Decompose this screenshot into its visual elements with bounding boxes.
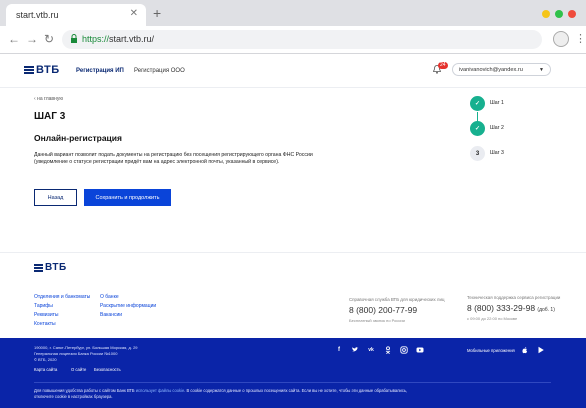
stepper-step-3: 3 Шаг 3 — [470, 146, 550, 162]
logo-text: ВТБ — [36, 64, 60, 76]
profile-avatar-icon[interactable] — [553, 31, 569, 47]
nav-ip-registration[interactable]: Регистрация ИП — [76, 68, 124, 74]
step-number: 3 — [470, 146, 485, 161]
footer-link-branches[interactable]: Отделения и банкоматы — [34, 294, 90, 300]
tab-title: start.vtb.ru — [16, 10, 59, 20]
section-title: Онлайн-регистрация — [34, 133, 122, 143]
mobile-apps-label: Мобильные приложения — [467, 348, 515, 353]
vk-icon[interactable]: vk — [367, 346, 375, 354]
footer-link-contacts[interactable]: Контакты — [34, 321, 56, 327]
security-link[interactable]: Безопасность — [94, 367, 121, 372]
tab-strip: start.vtb.ru ✕ + — [0, 0, 586, 26]
description-text: Данный вариант позволит подать документы… — [34, 152, 313, 165]
check-icon: ✓ — [470, 121, 485, 136]
about-site-link[interactable]: О сайте — [71, 367, 86, 372]
logo-bars-icon — [24, 66, 34, 74]
google-play-icon[interactable] — [537, 346, 545, 354]
stepper-step-1: ✓ Шаг 1 — [470, 96, 550, 112]
back-to-home-link[interactable]: ‹ на главную — [34, 96, 63, 102]
chevron-down-icon: ▼ — [539, 67, 544, 73]
step-label: Шаг 3 — [490, 150, 504, 156]
lock-icon — [71, 34, 77, 43]
user-email: ivanivanovich@yandex.ru — [459, 67, 523, 73]
close-tab-icon[interactable]: ✕ — [130, 8, 138, 19]
site-header: ВТБ Регистрация ИП Регистрация ООО 24 iv… — [0, 54, 586, 88]
footer-link-tariffs[interactable]: Тарифы — [34, 303, 53, 309]
tech-support-phone[interactable]: 8 (800) 333-29-98 (доб. 1) — [467, 303, 555, 313]
footer-vtb-logo[interactable]: ВТБ — [34, 262, 67, 273]
back-button[interactable]: Назад — [34, 189, 77, 206]
apple-icon[interactable] — [521, 346, 529, 354]
browser-chrome: start.vtb.ru ✕ + ← → ↻ https://start.vtb… — [0, 0, 586, 54]
cookie-link[interactable]: использует файлы cookie — [136, 388, 184, 393]
address-bar: ← → ↻ https://start.vtb.ru/ ⋮ — [0, 26, 586, 54]
url-field[interactable]: https://start.vtb.ru/ — [62, 30, 542, 49]
step-label: Шаг 1 — [490, 100, 504, 106]
forward-arrow-icon[interactable]: → — [26, 32, 38, 46]
footer-link-about[interactable]: О банке — [100, 294, 119, 300]
footer-bottom: 190000, г. Санкт-Петербург, ул. Большая … — [0, 338, 586, 408]
url-text: https://start.vtb.ru/ — [82, 34, 155, 44]
browser-tab[interactable]: start.vtb.ru ✕ — [6, 4, 146, 26]
instagram-icon[interactable] — [400, 346, 408, 354]
twitter-icon[interactable] — [351, 346, 359, 354]
cookie-notice: Для повышения удобства работы с сайтом Б… — [34, 388, 408, 399]
tech-support-title: Техническая поддержка сервиса регистраци… — [467, 295, 561, 300]
footer-link-disclosure[interactable]: Раскрытие информации — [100, 303, 156, 309]
check-icon: ✓ — [470, 96, 485, 111]
reload-icon[interactable]: ↻ — [44, 32, 54, 46]
new-tab-button[interactable]: + — [153, 6, 161, 20]
logo-text: ВТБ — [45, 262, 67, 273]
footer-link-requisites[interactable]: Реквизиты — [34, 312, 59, 318]
legal-support-title: Справочная служба ВТБ для юридических ли… — [349, 297, 445, 302]
tech-support-note: с 09:00 до 22:00 по Москве — [467, 316, 518, 321]
notification-badge: 24 — [438, 62, 448, 69]
footer-links-section: ВТБ Отделения и банкоматы Тарифы Реквизи… — [0, 252, 586, 338]
youtube-icon[interactable] — [416, 346, 424, 354]
back-arrow-icon[interactable]: ← — [8, 32, 20, 46]
step-title: ШАГ 3 — [34, 111, 66, 122]
page: ВТБ Регистрация ИП Регистрация ООО 24 iv… — [0, 54, 586, 408]
legal-support-phone[interactable]: 8 (800) 200-77-99 — [349, 305, 417, 315]
step-label: Шаг 2 — [490, 125, 504, 131]
logo-bars-icon — [34, 263, 43, 272]
footer-link-vacancies[interactable]: Вакансии — [100, 312, 122, 318]
maximize-button[interactable] — [555, 10, 563, 18]
footer-divider — [34, 382, 551, 383]
user-account-menu[interactable]: ivanivanovich@yandex.ru ▼ — [452, 63, 551, 76]
sitemap-link[interactable]: Карта сайта — [34, 367, 57, 372]
browser-menu-icon[interactable]: ⋮ — [575, 32, 586, 45]
window-controls — [542, 10, 576, 18]
stepper-step-2: ✓ Шаг 2 — [470, 121, 550, 137]
nav-ooo-registration[interactable]: Регистрация ООО — [134, 68, 185, 74]
minimize-button[interactable] — [542, 10, 550, 18]
legal-support-note: Бесплатный звонок по России — [349, 318, 405, 323]
copyright: © ВТБ, 2020 — [34, 357, 57, 362]
close-window-button[interactable] — [568, 10, 576, 18]
facebook-icon[interactable]: f — [335, 346, 343, 354]
save-and-continue-button[interactable]: Сохранить и продолжить — [84, 189, 171, 206]
vtb-logo[interactable]: ВТБ — [24, 64, 60, 76]
odnoklassniki-icon[interactable] — [384, 346, 392, 354]
